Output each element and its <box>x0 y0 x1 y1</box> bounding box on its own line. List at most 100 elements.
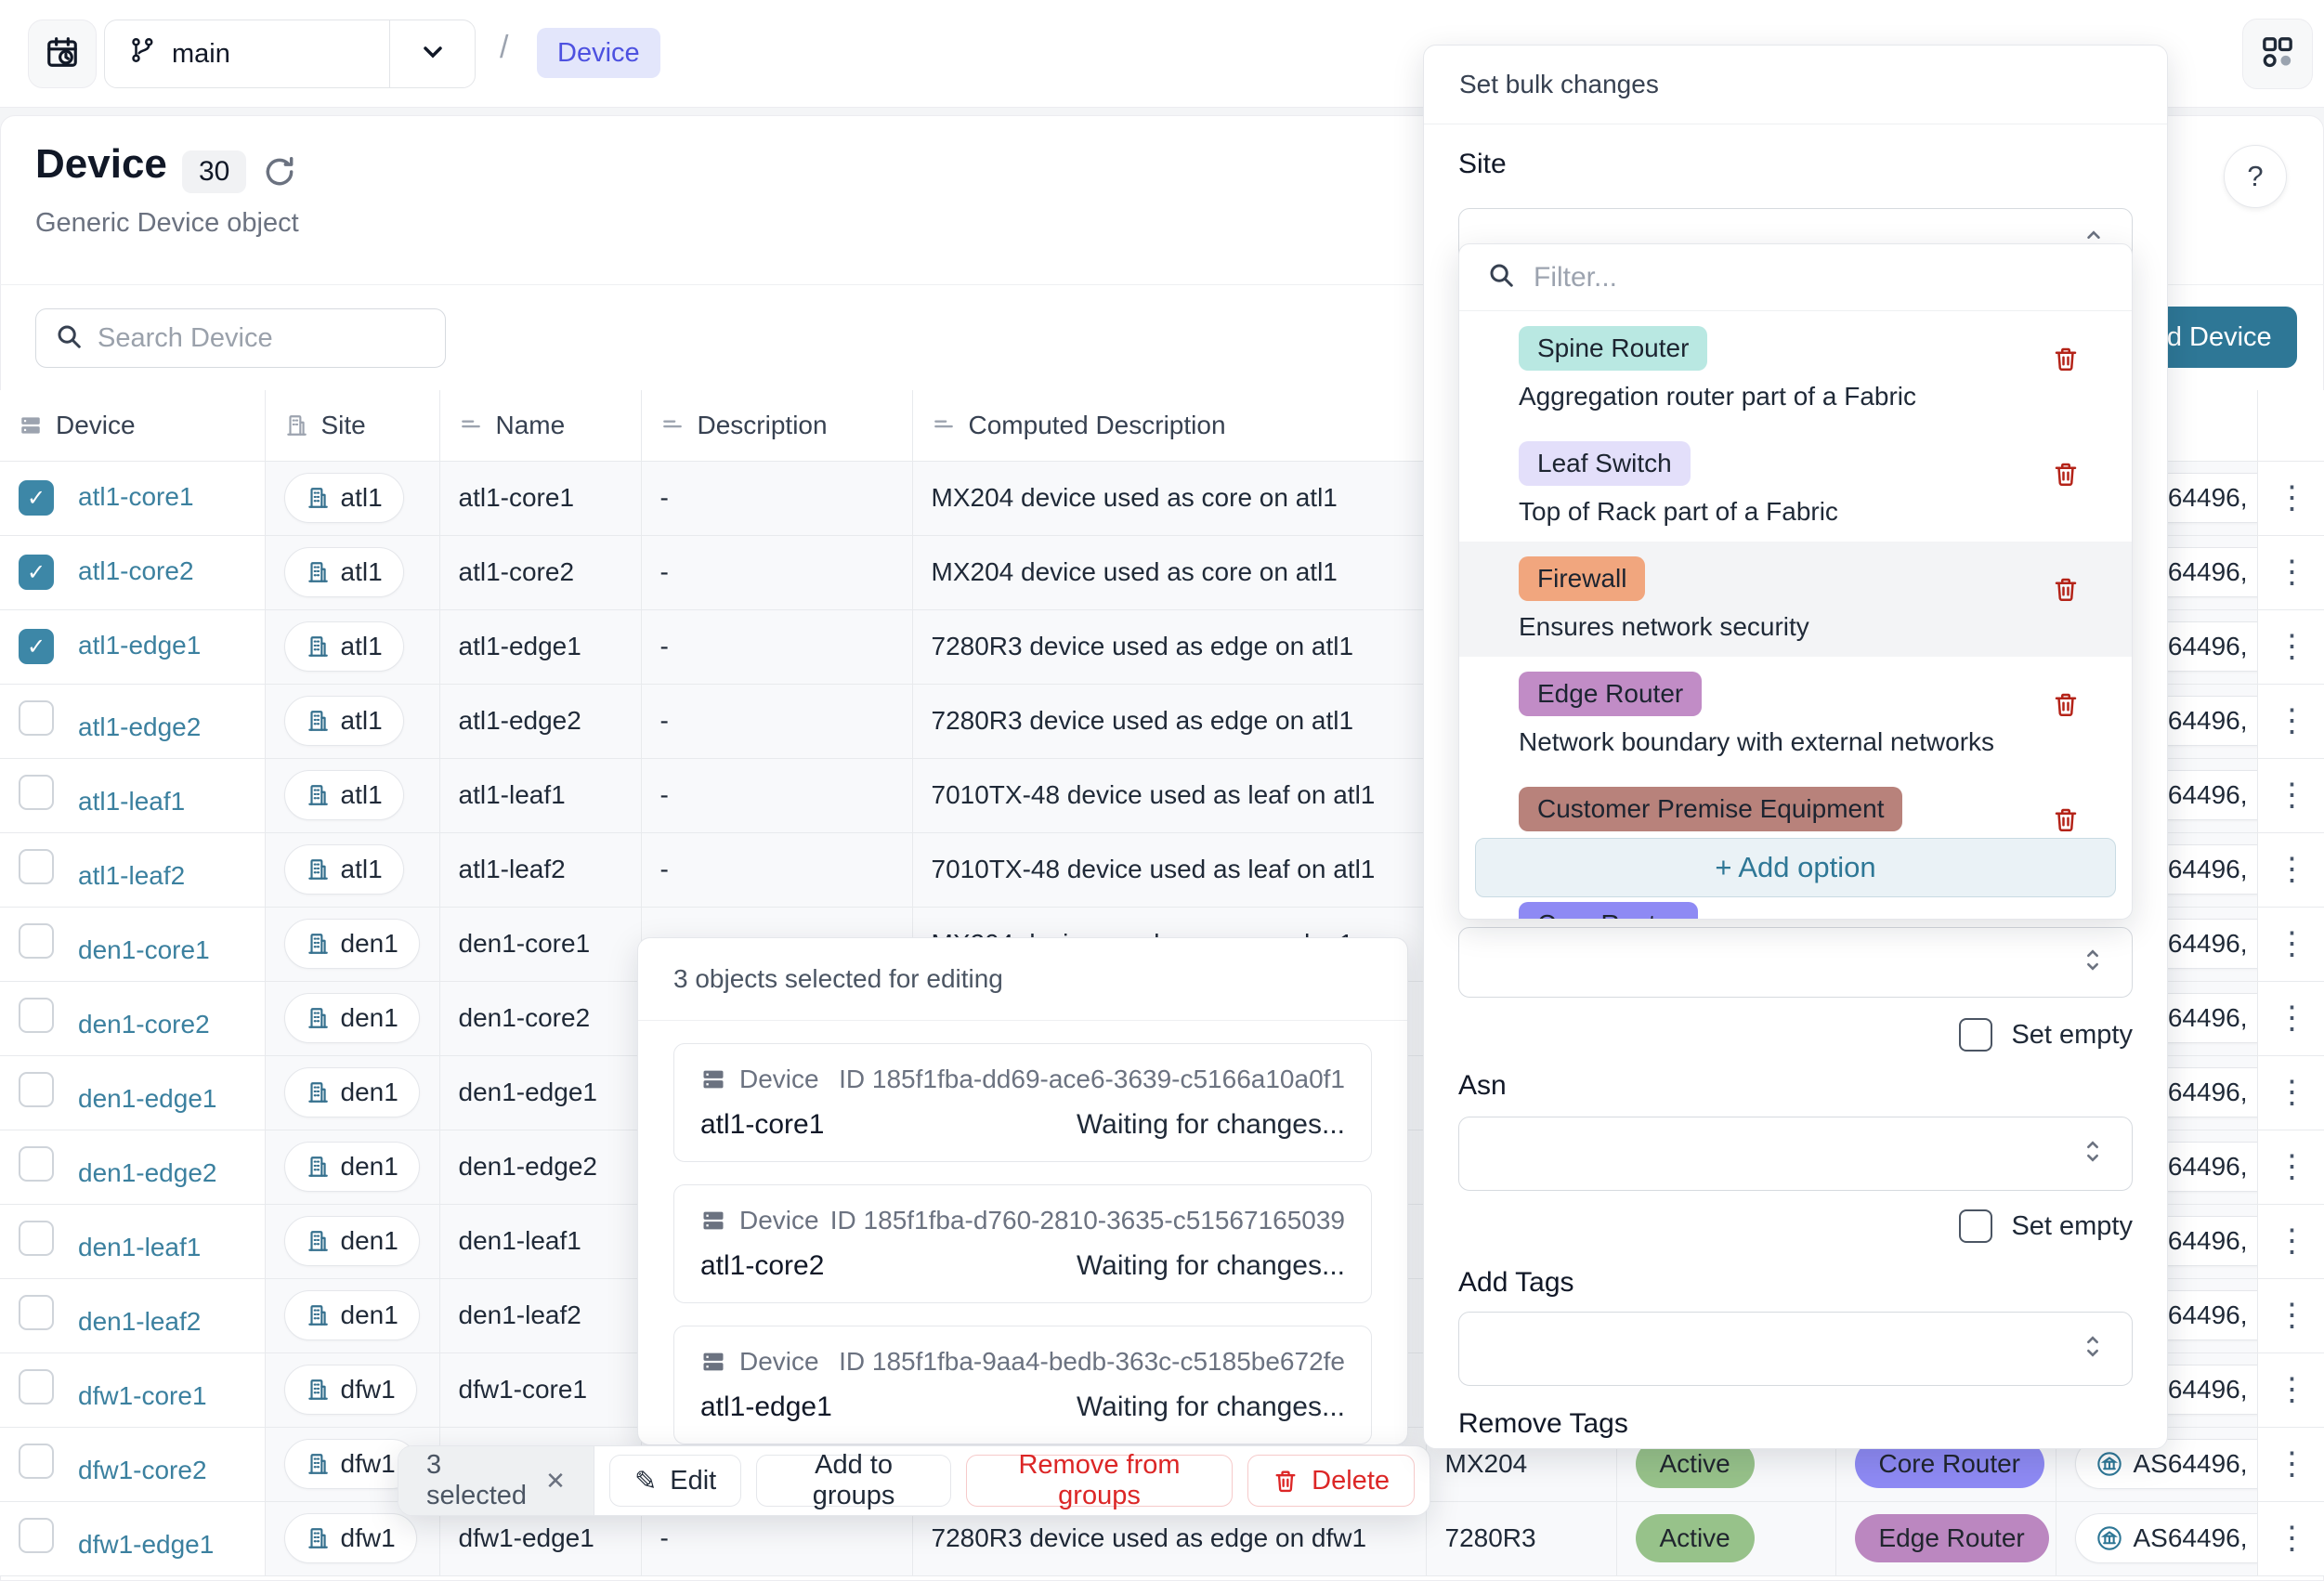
row-checkbox[interactable]: ✓ <box>19 480 54 516</box>
clear-selection-icon[interactable]: ✕ <box>545 1467 566 1496</box>
row-menu-button[interactable]: ⋮ <box>2257 684 2324 758</box>
column-header-site[interactable]: Site <box>265 390 439 461</box>
row-menu-button[interactable]: ⋮ <box>2257 1278 2324 1352</box>
row-menu-button[interactable]: ⋮ <box>2257 535 2324 609</box>
search-icon <box>55 322 83 355</box>
trash-icon[interactable] <box>2052 805 2080 838</box>
site-pill[interactable]: atl1 <box>284 547 404 597</box>
row-menu-button[interactable]: ⋮ <box>2257 981 2324 1055</box>
device-link[interactable]: dfw1-core1 <box>78 1381 207 1410</box>
device-link[interactable]: atl1-leaf1 <box>78 787 185 816</box>
schema-button[interactable] <box>2242 19 2313 89</box>
site-pill[interactable]: den1 <box>284 919 420 969</box>
device-link[interactable]: dfw1-edge1 <box>78 1530 214 1559</box>
building-icon <box>306 1006 330 1030</box>
site-pill[interactable]: dfw1 <box>284 1513 417 1563</box>
row-checkbox[interactable] <box>19 700 54 736</box>
site-pill[interactable]: atl1 <box>284 844 404 895</box>
device-link[interactable]: den1-leaf2 <box>78 1307 201 1336</box>
row-checkbox[interactable] <box>19 849 54 884</box>
remove-tags-field-label: Remove Tags <box>1458 1408 1628 1440</box>
row-menu-button[interactable]: ⋮ <box>2257 832 2324 907</box>
column-header-name[interactable]: Name <box>439 390 641 461</box>
add-tags-select[interactable] <box>1458 1312 2133 1386</box>
row-menu-button[interactable]: ⋮ <box>2257 1501 2324 1575</box>
time-travel-button[interactable] <box>28 20 97 88</box>
column-header-description[interactable]: Description <box>641 390 912 461</box>
dropdown-filter-input[interactable] <box>1534 262 2104 294</box>
row-checkbox[interactable] <box>19 1221 54 1256</box>
edit-button[interactable]: ✎ Edit <box>609 1455 741 1507</box>
site-pill[interactable]: atl1 <box>284 621 404 672</box>
row-menu-button[interactable]: ⋮ <box>2257 1130 2324 1204</box>
delete-button[interactable]: Delete <box>1247 1455 1415 1507</box>
branch-dropdown-toggle[interactable] <box>389 20 475 87</box>
trash-icon[interactable] <box>2052 345 2080 377</box>
building-icon <box>306 857 330 882</box>
trash-icon[interactable] <box>2052 690 2080 723</box>
question-mark-icon: ? <box>2247 160 2263 193</box>
column-header-computed-description[interactable]: Computed Description <box>912 390 1426 461</box>
row-checkbox[interactable] <box>19 1072 54 1107</box>
device-link[interactable]: dfw1-core2 <box>78 1456 207 1484</box>
add-to-groups-button[interactable]: Add to groups <box>756 1455 951 1507</box>
device-link[interactable]: atl1-core1 <box>78 482 194 511</box>
help-button[interactable]: ? <box>2224 145 2287 208</box>
row-checkbox[interactable] <box>19 998 54 1033</box>
column-header-device[interactable]: Device <box>0 390 265 461</box>
trash-icon[interactable] <box>2052 460 2080 492</box>
row-checkbox[interactable] <box>19 923 54 959</box>
site-pill[interactable]: dfw1 <box>284 1365 417 1415</box>
dropdown-option[interactable]: Leaf Switch Top of Rack part of a Fabric <box>1459 426 2132 542</box>
device-link[interactable]: atl1-edge1 <box>78 631 201 660</box>
dropdown-option[interactable]: Firewall Ensures network security <box>1459 542 2132 657</box>
set-empty-checkbox[interactable] <box>1959 1209 1992 1243</box>
row-menu-button[interactable]: ⋮ <box>2257 461 2324 535</box>
device-link[interactable]: den1-core1 <box>78 935 210 964</box>
selection-count: 3 selected ✕ <box>398 1446 594 1515</box>
site-pill[interactable]: den1 <box>284 1067 420 1117</box>
row-checkbox[interactable] <box>19 1444 54 1479</box>
device-link[interactable]: atl1-core2 <box>78 556 194 585</box>
breadcrumb-device[interactable]: Device <box>537 28 660 78</box>
row-checkbox[interactable] <box>19 775 54 810</box>
dropdown-option[interactable]: Spine Router Aggregation router part of … <box>1459 311 2132 426</box>
row-menu-button[interactable]: ⋮ <box>2257 1055 2324 1130</box>
asn-select[interactable] <box>1458 1117 2133 1191</box>
device-link[interactable]: atl1-edge2 <box>78 712 201 741</box>
row-checkbox[interactable] <box>19 1146 54 1182</box>
site-pill[interactable]: den1 <box>284 1290 420 1340</box>
site-pill[interactable]: den1 <box>284 993 420 1043</box>
site-pill[interactable]: den1 <box>284 1216 420 1266</box>
site-pill[interactable]: den1 <box>284 1142 420 1192</box>
trash-icon[interactable] <box>2052 575 2080 608</box>
row-menu-button[interactable]: ⋮ <box>2257 1427 2324 1501</box>
device-link[interactable]: den1-edge1 <box>78 1084 216 1113</box>
device-link[interactable]: den1-edge2 <box>78 1158 216 1187</box>
refresh-icon[interactable] <box>262 154 297 194</box>
row-menu-button[interactable]: ⋮ <box>2257 758 2324 832</box>
row-checkbox[interactable]: ✓ <box>19 629 54 664</box>
site-pill[interactable]: atl1 <box>284 473 404 523</box>
row-checkbox[interactable] <box>19 1369 54 1405</box>
row-checkbox[interactable] <box>19 1518 54 1553</box>
row-checkbox[interactable] <box>19 1295 54 1330</box>
row-menu-button[interactable]: ⋮ <box>2257 1352 2324 1427</box>
site-pill[interactable]: atl1 <box>284 696 404 746</box>
add-option-button[interactable]: + Add option <box>1475 838 2116 897</box>
branch-selector[interactable]: main <box>104 20 476 88</box>
row-menu-button[interactable]: ⋮ <box>2257 907 2324 981</box>
search-input[interactable] <box>98 323 426 354</box>
set-empty-checkbox[interactable] <box>1959 1018 1992 1052</box>
device-link[interactable]: den1-leaf1 <box>78 1233 201 1261</box>
dropdown-option[interactable]: Edge Router Network boundary with extern… <box>1459 657 2132 772</box>
remove-from-groups-button[interactable]: Remove from groups <box>966 1455 1233 1507</box>
site-pill[interactable]: atl1 <box>284 770 404 820</box>
dropdown-filter-row <box>1459 244 2132 311</box>
row-menu-button[interactable]: ⋮ <box>2257 1204 2324 1278</box>
device-link[interactable]: atl1-leaf2 <box>78 861 185 890</box>
row-menu-button[interactable]: ⋮ <box>2257 609 2324 684</box>
device-link[interactable]: den1-core2 <box>78 1010 210 1039</box>
row-checkbox[interactable]: ✓ <box>19 555 54 590</box>
role-select[interactable] <box>1458 927 2133 998</box>
